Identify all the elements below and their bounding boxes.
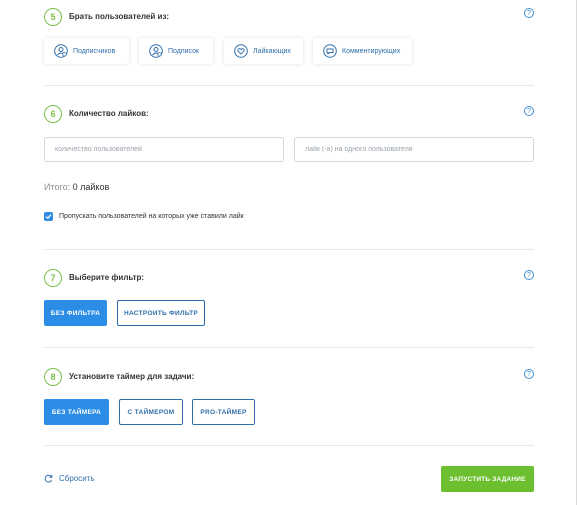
- no-timer-button[interactable]: БЕЗ ТАЙМЕРА: [44, 399, 109, 425]
- divider: [44, 445, 534, 446]
- likes-per-user-input[interactable]: [294, 137, 534, 162]
- check-icon: [45, 214, 52, 220]
- step-number-6: 6: [44, 105, 62, 123]
- total-label: Итого:: [44, 182, 71, 192]
- pro-timer-button[interactable]: PRO-ТАЙМЕР: [192, 399, 255, 425]
- source-commenters-label: Комментирующих: [342, 47, 401, 55]
- step-number-5: 5: [44, 8, 62, 26]
- followers-icon: [54, 44, 68, 58]
- refresh-icon: [44, 474, 53, 483]
- reset-button[interactable]: Сбросить: [44, 474, 95, 483]
- following-icon: [149, 44, 163, 58]
- section-title-timer: Установите таймер для задачи:: [69, 372, 195, 381]
- help-icon[interactable]: ?: [524, 369, 534, 379]
- help-icon[interactable]: ?: [524, 106, 534, 116]
- configure-filter-button[interactable]: НАСТРОИТЬ ФИЛЬТР: [117, 300, 205, 326]
- reset-label: Сбросить: [59, 474, 95, 483]
- total-value: 0 лайков: [72, 182, 110, 192]
- skip-liked-label[interactable]: Пропускать пользователей на которых уже …: [59, 212, 244, 221]
- with-timer-button[interactable]: С ТАЙМЕРОМ: [119, 399, 183, 425]
- source-following-button[interactable]: Подписок: [139, 38, 213, 64]
- section-title-source: Брать пользователей из:: [69, 12, 170, 21]
- no-filter-button[interactable]: БЕЗ ФИЛЬТРА: [44, 300, 107, 326]
- comment-icon: [323, 44, 337, 58]
- step-number-7: 7: [44, 269, 62, 287]
- source-following-label: Подписок: [168, 47, 200, 55]
- source-likers-button[interactable]: Лайкающих: [224, 38, 303, 64]
- help-icon[interactable]: ?: [524, 270, 534, 280]
- source-likers-label: Лайкающих: [253, 47, 291, 55]
- divider: [44, 347, 534, 348]
- divider: [44, 85, 534, 86]
- step-number-8: 8: [44, 368, 62, 386]
- launch-task-button[interactable]: ЗАПУСТИТЬ ЗАДАНИЕ: [441, 466, 534, 492]
- source-followers-label: Подписчиков: [73, 47, 116, 55]
- help-icon[interactable]: ?: [524, 8, 534, 18]
- skip-liked-checkbox[interactable]: [44, 212, 53, 221]
- section-title-likes: Количество лайков:: [69, 109, 149, 118]
- users-count-input[interactable]: [44, 137, 284, 162]
- source-commenters-button[interactable]: Комментирующих: [313, 38, 412, 64]
- source-followers-button[interactable]: Подписчиков: [44, 38, 129, 64]
- section-title-filter: Выберите фильтр:: [69, 273, 145, 282]
- divider: [44, 249, 534, 250]
- total-summary: Итого: 0 лайков: [44, 182, 109, 192]
- heart-icon: [234, 44, 248, 58]
